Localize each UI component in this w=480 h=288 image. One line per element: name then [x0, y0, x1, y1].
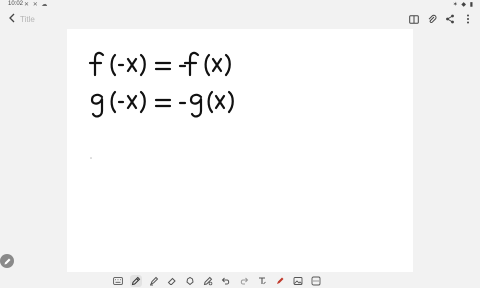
handwriting-layer — [88, 51, 234, 159]
selection-tool[interactable] — [202, 275, 214, 287]
keyboard-icon — [113, 276, 123, 285]
back-button[interactable] — [6, 13, 18, 25]
undo-icon — [221, 277, 230, 284]
eraser-icon — [167, 277, 176, 285]
more-vertical-icon — [467, 14, 469, 24]
chevron-left-icon — [9, 13, 15, 23]
title-bar — [0, 10, 480, 28]
text-icon — [259, 276, 266, 284]
attach-button[interactable] — [426, 13, 438, 25]
equation-line-2 — [90, 90, 234, 118]
status-bar: 10:02 ✕ ✕ ☁ ✶ ◆ ▮ — [0, 0, 480, 10]
share-button[interactable] — [444, 13, 456, 25]
book-icon — [409, 14, 419, 24]
top-actions — [408, 13, 474, 25]
paperclip-icon — [428, 14, 437, 24]
note-canvas[interactable] — [67, 29, 413, 272]
more-options-button[interactable] — [462, 13, 474, 25]
image-icon — [293, 276, 303, 285]
pen-icon — [4, 258, 10, 264]
image-tool[interactable] — [292, 275, 304, 287]
text-tool[interactable] — [256, 275, 268, 287]
color-tool[interactable] — [274, 275, 286, 287]
equation-line-1 — [88, 51, 231, 77]
more-tools-button[interactable] — [310, 275, 322, 287]
redo-icon — [240, 277, 249, 284]
pen-icon — [131, 276, 141, 285]
redo-button[interactable] — [238, 275, 250, 287]
more-horizontal-icon — [311, 276, 321, 285]
status-system-icons: ✶ ◆ ▮ — [452, 2, 474, 8]
highlight-color-icon — [277, 277, 284, 284]
lasso-tool[interactable] — [184, 275, 196, 287]
pen-tool[interactable] — [130, 274, 142, 287]
undo-button[interactable] — [220, 275, 232, 287]
keyboard-tool[interactable] — [112, 275, 124, 287]
title-input[interactable] — [20, 14, 140, 25]
eraser-tool[interactable] — [166, 275, 178, 287]
lasso-icon — [186, 276, 194, 285]
status-notification-icons: ✕ ✕ ☁ — [24, 2, 49, 8]
selection-pen-icon — [203, 276, 213, 285]
share-icon — [446, 14, 454, 24]
book-view-button[interactable] — [408, 13, 420, 25]
bottom-toolbar — [112, 274, 322, 287]
highlighter-icon — [150, 276, 159, 285]
stray-dot — [90, 157, 92, 159]
status-time: 10:02 — [8, 1, 24, 7]
floating-pen-button[interactable] — [0, 254, 14, 268]
highlighter-tool[interactable] — [148, 275, 160, 287]
